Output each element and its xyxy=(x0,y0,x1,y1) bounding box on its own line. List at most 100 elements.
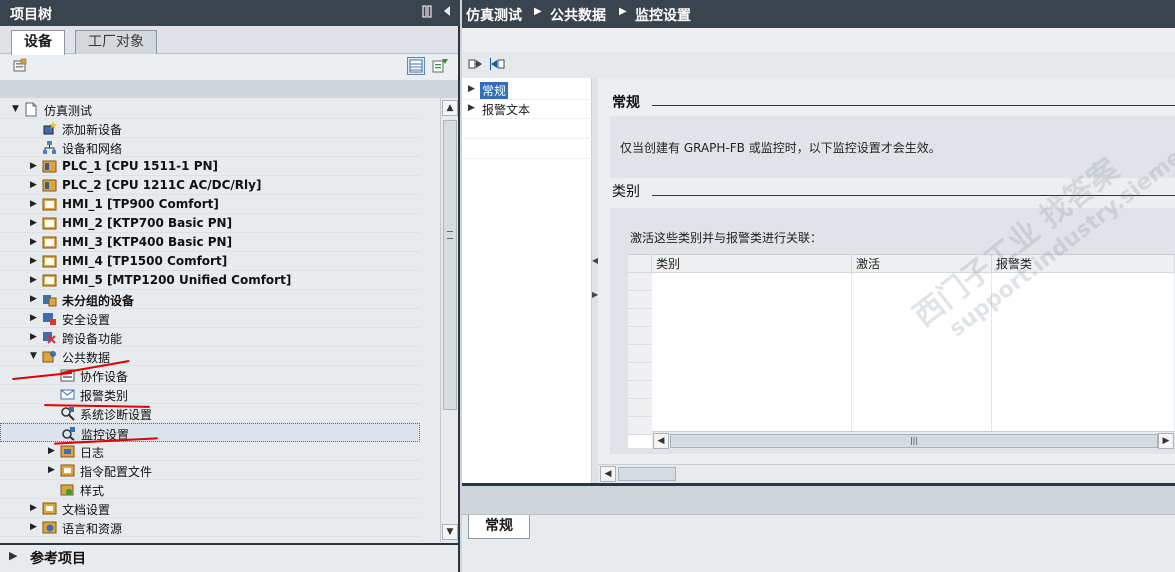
hmi-icon xyxy=(42,254,57,269)
overview-icon[interactable] xyxy=(431,57,449,75)
expand-arrow-icon[interactable]: ▶ xyxy=(30,237,38,247)
inspector-tabs: 常规 xyxy=(462,514,1175,572)
nav-expand-icon[interactable]: ▶ xyxy=(468,84,475,94)
table-view-icon[interactable] xyxy=(407,57,425,75)
table-scroll-right-button[interactable]: ▶ xyxy=(1158,433,1174,449)
tree-item[interactable]: 监控设置 xyxy=(0,423,420,442)
breadcrumb-item-project[interactable]: 仿真测试 xyxy=(466,5,522,25)
tree-item[interactable]: ▶ PLC_1 [CPU 1511-1 PN] xyxy=(0,157,420,176)
content-horizontal-scrollbar[interactable]: ◀ xyxy=(598,464,1175,483)
project-tree: ▼ 仿真测试 添加新设备 设备和网络 ▶ PLC_1 [CPU 1511-1 PN] ▶ PL… xyxy=(0,98,440,542)
scroll-left-button[interactable]: ◀ xyxy=(600,466,616,482)
nav-divider xyxy=(462,158,592,159)
tree-item-label: HMI_2 [KTP700 Basic PN] xyxy=(62,216,233,230)
tree-item[interactable]: ▶ 指令配置文件 xyxy=(0,461,420,480)
tree-item[interactable]: ▼ 仿真测试 xyxy=(0,100,420,119)
tree-item[interactable]: ▶ PLC_2 [CPU 1211C AC/DC/Rly] xyxy=(0,176,420,195)
tree-item[interactable]: ▶ 文档设置 xyxy=(0,499,420,518)
expand-arrow-icon[interactable]: ▶ xyxy=(48,465,56,475)
tree-item[interactable]: ▶ 跨设备功能 xyxy=(0,328,420,347)
expand-arrow-icon[interactable]: ▶ xyxy=(30,275,38,285)
table-scroll-thumb[interactable]: ||| xyxy=(670,434,1158,448)
collapse-arrow-icon[interactable]: ▼ xyxy=(30,351,38,361)
tree-item[interactable]: ▶ HMI_4 [TP1500 Comfort] xyxy=(0,252,420,271)
hmi-icon xyxy=(42,273,57,288)
expand-arrow-icon[interactable]: ▶ xyxy=(48,446,56,456)
table-row-header[interactable] xyxy=(628,309,652,327)
nav-expand-icon[interactable]: ▶ xyxy=(468,103,475,113)
tab-plant-objects[interactable]: 工厂对象 xyxy=(75,30,157,54)
scroll-up-button[interactable]: ▲ xyxy=(442,100,458,116)
scroll-thumb[interactable] xyxy=(443,120,457,410)
table-row-header[interactable] xyxy=(628,417,652,435)
expand-arrow-icon[interactable]: ▶ xyxy=(30,199,38,209)
pin-icon[interactable] xyxy=(420,5,434,20)
tree-item[interactable]: 设备和网络 xyxy=(0,138,420,157)
inspector-strip xyxy=(462,486,1175,514)
table-row-header[interactable] xyxy=(628,363,652,381)
table-row-header[interactable] xyxy=(628,345,652,363)
content-scroll-thumb[interactable] xyxy=(618,467,676,481)
tree-item-label: 设备和网络 xyxy=(62,142,123,156)
tree-item-label: 指令配置文件 xyxy=(80,465,153,479)
expand-arrow-icon[interactable]: ▶ xyxy=(30,332,38,342)
reference-projects-bar[interactable]: ▶ 参考项目 xyxy=(0,543,458,567)
tree-item[interactable]: ▶ 语言和资源 xyxy=(0,518,420,537)
table-row-header[interactable] xyxy=(628,291,652,309)
tree-item[interactable]: 样式 xyxy=(0,480,420,499)
tree-item[interactable]: 系统诊断设置 xyxy=(0,404,420,423)
tree-item[interactable]: ▼ 公共数据 xyxy=(0,347,420,366)
table-header[interactable]: 激活 xyxy=(852,255,992,273)
table-scroll-left-button[interactable]: ◀ xyxy=(653,433,669,449)
add-device-icon xyxy=(42,121,57,136)
ungrouped-devices-icon xyxy=(42,292,57,307)
tree-item-label: PLC_1 [CPU 1511-1 PN] xyxy=(62,159,219,173)
tree-item-label: 报警类别 xyxy=(80,389,129,403)
expand-reference-icon[interactable]: ▶ xyxy=(9,549,17,562)
new-item-icon[interactable] xyxy=(12,58,30,76)
editor-toolbar xyxy=(462,52,1175,78)
table-horizontal-scrollbar[interactable]: ◀ ||| ▶ xyxy=(652,431,1175,449)
expand-arrow-icon[interactable]: ▶ xyxy=(30,503,38,513)
tree-item[interactable]: 报警类别 xyxy=(0,385,420,404)
tree-item[interactable]: ▶ HMI_5 [MTP1200 Unified Comfort] xyxy=(0,271,420,290)
table-row-header[interactable] xyxy=(628,273,652,291)
tab-devices[interactable]: 设备 xyxy=(11,30,65,55)
table-header[interactable]: 报警类 xyxy=(992,255,1175,273)
table-row-header[interactable] xyxy=(628,399,652,417)
tree-item[interactable]: ▶ HMI_1 [TP900 Comfort] xyxy=(0,195,420,214)
scroll-down-button[interactable]: ▼ xyxy=(442,524,458,540)
tree-item[interactable]: 协作设备 xyxy=(0,366,420,385)
expand-all-icon[interactable] xyxy=(468,57,486,75)
expand-arrow-icon[interactable]: ▶ xyxy=(30,180,38,190)
tree-item[interactable]: ▶ 日志 xyxy=(0,442,420,461)
tree-vertical-scrollbar[interactable]: ▲ ▼ xyxy=(440,98,458,542)
expand-arrow-icon[interactable]: ▶ xyxy=(30,256,38,266)
tree-item[interactable]: ▶ 未分组的设备 xyxy=(0,290,420,309)
tree-item[interactable]: ▶ 安全设置 xyxy=(0,309,420,328)
expand-arrow-icon[interactable]: ▶ xyxy=(30,522,38,532)
nav-divider xyxy=(462,99,592,100)
table-header[interactable]: 类别 xyxy=(652,255,852,273)
expand-arrow-icon[interactable]: ▶ xyxy=(30,161,38,171)
breadcrumb-item-common-data[interactable]: 公共数据 xyxy=(550,5,606,25)
tree-item-label: 语言和资源 xyxy=(62,522,123,536)
table-row-header[interactable] xyxy=(628,327,652,345)
language-icon xyxy=(42,520,57,535)
plc-icon xyxy=(42,159,57,174)
doc-settings-icon xyxy=(42,501,57,516)
expand-arrow-icon[interactable]: ▶ xyxy=(30,313,38,323)
tab-plant-objects-label: 工厂对象 xyxy=(88,34,144,50)
collapse-all-icon[interactable] xyxy=(489,57,508,75)
table-row-header[interactable] xyxy=(628,381,652,399)
breadcrumb-item-supervision[interactable]: 监控设置 xyxy=(635,5,691,25)
collapse-arrow-icon[interactable]: ▼ xyxy=(12,104,20,114)
collapse-left-icon[interactable] xyxy=(440,5,454,20)
tree-item-label: 跨设备功能 xyxy=(62,332,123,346)
expand-arrow-icon[interactable]: ▶ xyxy=(30,218,38,228)
inspector-tab-general[interactable]: 常规 xyxy=(468,515,530,539)
expand-arrow-icon[interactable]: ▶ xyxy=(30,294,38,304)
tree-item[interactable]: 添加新设备 xyxy=(0,119,420,138)
tree-item[interactable]: ▶ HMI_3 [KTP400 Basic PN] xyxy=(0,233,420,252)
tree-item[interactable]: ▶ HMI_2 [KTP700 Basic PN] xyxy=(0,214,420,233)
